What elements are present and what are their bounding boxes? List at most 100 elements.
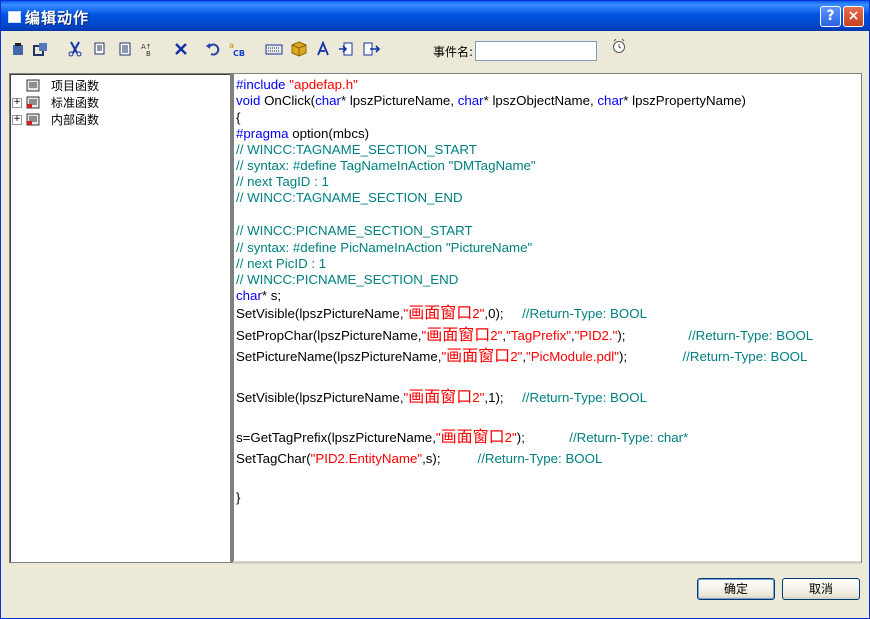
- code-line: // syntax: #define TagNameInAction "DMTa…: [236, 158, 536, 175]
- code-token: #pragma: [236, 126, 293, 141]
- code-token: SetPictureName(lpszPictureName,: [236, 349, 442, 364]
- tree-item-project-functions[interactable]: 项目函数: [10, 78, 210, 94]
- code-token: SetVisible(lpszPictureName,: [236, 306, 404, 321]
- paste-icon[interactable]: [11, 40, 27, 58]
- code-token: //Return-Type: BOOL: [688, 328, 814, 343]
- object-icon[interactable]: [291, 40, 307, 58]
- ok-button[interactable]: 确定: [697, 578, 775, 600]
- code-token: SetVisible(lpszPictureName,: [236, 390, 404, 405]
- code-line: // WINCC:TAGNAME_SECTION_START: [236, 142, 477, 159]
- code-line: // WINCC:TAGNAME_SECTION_END: [236, 190, 463, 207]
- tree-item-label: 标准函数: [51, 96, 100, 110]
- code-line: {: [236, 110, 240, 127]
- code-token: "PicModule.pdl": [526, 349, 619, 364]
- code-token: "PID2.": [574, 328, 618, 343]
- code-line: // next TagID : 1: [236, 174, 329, 191]
- code-line: // syntax: #define PicNameInAction "Pict…: [236, 240, 532, 257]
- code-token: char: [597, 93, 624, 108]
- event-name-label: 事件名:: [433, 45, 474, 59]
- cancel-button[interactable]: 取消: [782, 578, 860, 600]
- copy-icon[interactable]: [93, 40, 109, 58]
- code-line: s=GetTagPrefix(lpszPictureName,"画面窗口2");…: [236, 430, 688, 447]
- code-token: void: [236, 93, 265, 108]
- code-token: // next PicID : 1: [236, 256, 327, 271]
- code-token: ,s);: [422, 451, 478, 466]
- code-token: s=GetTagPrefix(lpszPictureName,: [236, 430, 436, 445]
- title-bar[interactable]: 编辑动作 ? ×: [1, 1, 869, 31]
- code-token: // syntax: #define TagNameInAction "DMTa…: [236, 158, 536, 173]
- code-token: 2": [510, 349, 523, 364]
- code-token: //Return-Type: BOOL: [682, 349, 808, 364]
- code-line: SetVisible(lpszPictureName,"画面窗口2",1); /…: [236, 390, 647, 407]
- tree-item-internal-functions[interactable]: + 内部函数: [10, 112, 210, 128]
- code-token: 2": [504, 430, 517, 445]
- close-button[interactable]: ×: [843, 6, 864, 27]
- edit-action-dialog: 编辑动作 ? × A↑ B a CB 事件名: 项目函数 + 标准函数 + 内部…: [0, 0, 870, 619]
- code-token: "TagPrefix": [506, 328, 571, 343]
- code-token: SetTagChar(: [236, 451, 311, 466]
- code-token: ,1);: [484, 390, 523, 405]
- svg-text:B: B: [146, 50, 151, 58]
- code-line: char* s;: [236, 288, 281, 305]
- copy-format-icon[interactable]: [33, 40, 49, 58]
- code-token: // WINCC:TAGNAME_SECTION_END: [236, 190, 463, 205]
- code-token: 2": [472, 306, 485, 321]
- code-line: void OnClick(char* lpszPictureName, char…: [236, 93, 746, 110]
- code-token: SetPropChar(lpszPictureName,: [236, 328, 422, 343]
- code-token: "apdefap.h": [289, 77, 358, 92]
- code-token: // WINCC:TAGNAME_SECTION_START: [236, 142, 477, 157]
- code-token: 2": [472, 390, 485, 405]
- clock-icon[interactable]: [611, 38, 627, 54]
- svg-text:CB: CB: [233, 49, 245, 58]
- code-token: 画面窗口: [408, 389, 473, 406]
- help-button[interactable]: ?: [820, 6, 841, 27]
- code-token: * lpszObjectName,: [483, 93, 598, 108]
- compile-icon[interactable]: aCB: [229, 40, 247, 58]
- code-token: );: [617, 328, 689, 343]
- cut-icon[interactable]: [67, 40, 83, 58]
- expand-icon[interactable]: +: [12, 115, 22, 125]
- tag-icon[interactable]: [265, 40, 283, 58]
- tree-item-label: 项目函数: [51, 79, 100, 93]
- code-token: //Return-Type: BOOL: [522, 306, 647, 321]
- paste-special-icon[interactable]: [117, 40, 133, 58]
- code-token: option(mbcs): [292, 126, 370, 141]
- function-book-icon: [26, 96, 40, 109]
- code-token: * lpszPropertyName): [623, 93, 746, 108]
- horizontal-scrollbar[interactable]: [233, 561, 861, 564]
- code-token: * s;: [261, 288, 282, 303]
- code-token: // WINCC:PICNAME_SECTION_END: [236, 272, 459, 287]
- code-token: #include: [236, 77, 290, 92]
- code-token: //Return-Type: BOOL: [477, 451, 603, 466]
- code-token: "PID2.EntityName": [310, 451, 423, 466]
- undo-icon[interactable]: [205, 40, 221, 58]
- code-line: SetPictureName(lpszPictureName,"画面窗口2","…: [236, 349, 807, 366]
- code-token: char: [236, 288, 262, 303]
- code-token: 画面窗口: [408, 305, 473, 322]
- tree-item-standard-functions[interactable]: + 标准函数: [10, 95, 210, 111]
- window-title: 编辑动作: [25, 9, 90, 27]
- code-token: //Return-Type: char*: [569, 430, 689, 445]
- code-line: // WINCC:PICNAME_SECTION_START: [236, 223, 473, 240]
- expand-icon[interactable]: +: [12, 98, 22, 108]
- function-book-icon: [26, 113, 40, 126]
- find-replace-icon[interactable]: A↑B: [141, 40, 157, 58]
- function-tree[interactable]: 项目函数 + 标准函数 + 内部函数: [9, 73, 231, 563]
- code-token: 2": [490, 328, 503, 343]
- code-token: // next TagID : 1: [236, 174, 329, 189]
- code-token: // WINCC:PICNAME_SECTION_START: [236, 223, 473, 238]
- code-token: 画面窗口: [446, 348, 511, 365]
- event-name-input[interactable]: [475, 41, 597, 61]
- function-book-icon: [26, 79, 40, 92]
- code-token: {: [236, 110, 241, 125]
- code-token: 画面窗口: [440, 429, 505, 446]
- code-editor[interactable]: #include "apdefap.h" void OnClick(char* l…: [231, 73, 862, 563]
- export-icon[interactable]: [363, 40, 381, 58]
- lambda-icon[interactable]: [315, 40, 331, 58]
- code-token: char: [315, 93, 341, 108]
- delete-icon[interactable]: [173, 40, 189, 58]
- code-token: );: [516, 430, 570, 445]
- import-icon[interactable]: [338, 40, 354, 58]
- code-line: #pragma option(mbcs): [236, 126, 369, 143]
- code-token: * lpszPictureName,: [340, 93, 458, 108]
